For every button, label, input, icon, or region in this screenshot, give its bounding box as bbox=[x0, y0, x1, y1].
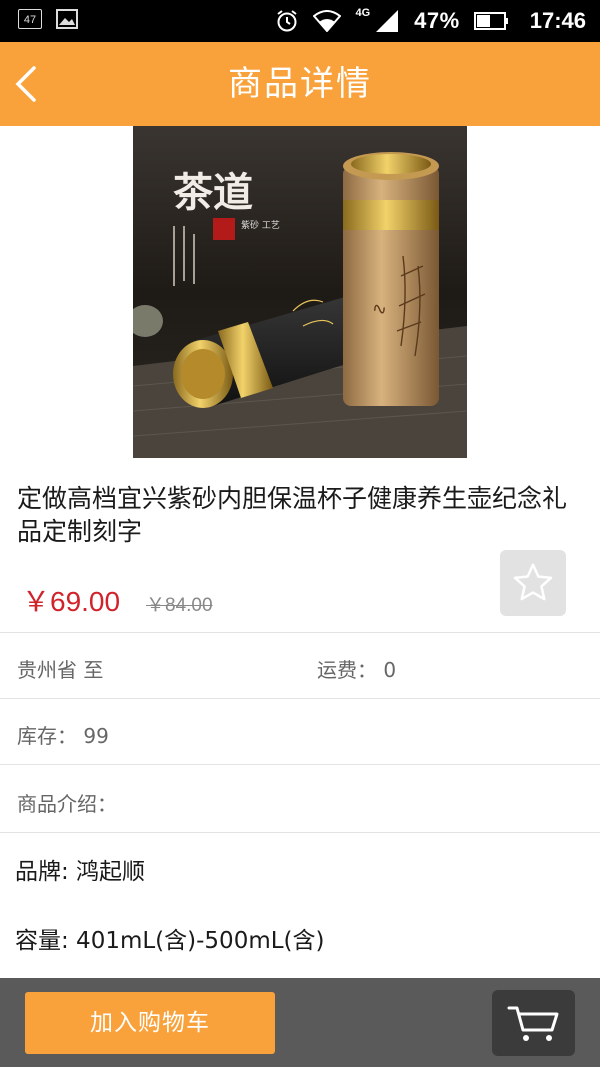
favorite-button[interactable] bbox=[500, 550, 566, 616]
original-price: ￥84.00 bbox=[146, 595, 213, 616]
intro-label: 商品介绍： bbox=[17, 792, 117, 816]
product-photo: 茶道 紫砂 工艺 ∿ bbox=[133, 126, 467, 458]
battery-icon bbox=[473, 12, 508, 30]
seal-text: 紫砂 工艺 bbox=[241, 219, 280, 231]
clock: 17:46 bbox=[529, 8, 586, 33]
stock-info: 库存： 99 bbox=[17, 720, 109, 749]
origin-text: 贵州省 至 bbox=[17, 658, 104, 682]
star-icon bbox=[513, 563, 553, 601]
app-header: 商品详情 bbox=[0, 42, 600, 126]
shipping-info: 运费： 0 bbox=[317, 654, 396, 683]
product-price: ￥69.00 bbox=[22, 586, 121, 617]
product-name: 定做高档宜兴紫砂内胆保温杯子健康养生壶纪念礼品定制刻字 bbox=[17, 484, 568, 546]
shipping-label: 运费： bbox=[317, 658, 377, 682]
battery-percent: 47% bbox=[414, 8, 460, 33]
divider bbox=[0, 698, 600, 699]
stock-value: 99 bbox=[83, 724, 109, 748]
network-type: 4G bbox=[355, 7, 371, 19]
notification-badge: 47 bbox=[18, 9, 42, 29]
stock-label: 库存： bbox=[17, 724, 77, 748]
image-notification-icon bbox=[56, 9, 78, 29]
alarm-icon bbox=[277, 10, 298, 32]
status-bar: 47 4G 47% 17:46 bbox=[0, 0, 600, 42]
divider bbox=[0, 632, 600, 633]
shopping-cart-button[interactable] bbox=[492, 990, 575, 1056]
spec-capacity: 容量: 401mL(含)-500mL(含) bbox=[15, 928, 325, 954]
calligraphy-text: 茶道 bbox=[173, 169, 253, 216]
wifi-icon bbox=[313, 10, 342, 32]
shipping-value: 0 bbox=[383, 658, 397, 682]
divider bbox=[0, 764, 600, 765]
shopping-cart-icon bbox=[507, 1006, 558, 1041]
bottom-action-bar: 加入购物车 bbox=[0, 978, 600, 1067]
spec-brand: 品牌: 鸿起顺 bbox=[15, 859, 146, 885]
product-image[interactable]: 茶道 紫砂 工艺 ∿ bbox=[133, 126, 467, 458]
page-title: 商品详情 bbox=[228, 64, 372, 104]
divider bbox=[0, 832, 600, 833]
add-to-cart-button[interactable]: 加入购物车 bbox=[25, 992, 275, 1054]
signal-icon bbox=[376, 10, 399, 32]
